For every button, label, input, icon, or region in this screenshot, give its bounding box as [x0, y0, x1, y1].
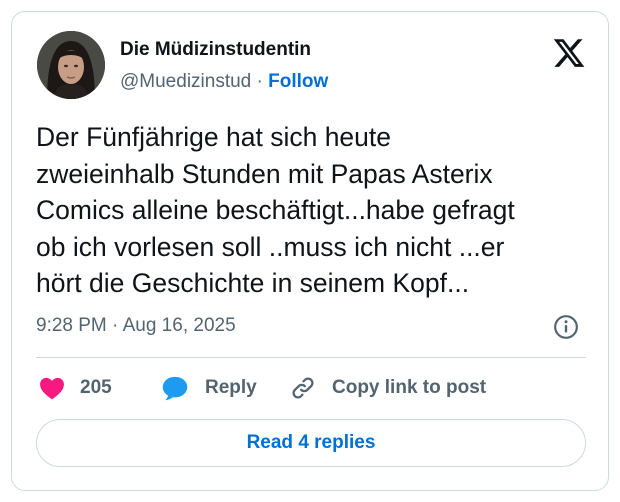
like-button[interactable]: 205: [39, 371, 112, 405]
avatar[interactable]: [37, 31, 105, 99]
reply-button[interactable]: Reply: [161, 371, 257, 405]
speech-bubble-icon: [162, 376, 188, 401]
read-replies-button[interactable]: Read 4 replies: [36, 419, 586, 467]
author-display-name[interactable]: Die Müdizinstudentin: [120, 39, 311, 61]
copy-link-button[interactable]: Copy link to post: [290, 371, 486, 405]
heart-icon: [40, 377, 64, 400]
handle-separator: ·: [256, 71, 263, 92]
like-count: 205: [80, 377, 112, 398]
post-text-line: zweieinhalb Stunden mit Papas Asterix: [36, 158, 493, 189]
avatar-image: [37, 31, 105, 99]
embedded-post-card: Die Müdizinstudentin @Muedizinstud · Fol…: [11, 11, 609, 491]
divider: [36, 357, 586, 358]
follow-button[interactable]: Follow: [268, 71, 328, 92]
reply-label: Reply: [205, 377, 257, 398]
copy-link-label: Copy link to post: [332, 377, 487, 398]
post-timestamp[interactable]: 9:28 PM · Aug 16, 2025: [36, 315, 236, 337]
post-text: Der Fünfjährige hat sich heute zweieinha…: [36, 119, 596, 302]
post-text-line: Comics alleine beschäftigt...habe gefrag…: [36, 195, 515, 225]
x-logo-icon[interactable]: [552, 36, 586, 70]
link-icon: [292, 377, 314, 399]
author-handle[interactable]: @Muedizinstud: [120, 71, 251, 92]
post-text-line: hört die Geschichte in seinem Kopf...: [36, 268, 470, 298]
author-handle-row: @Muedizinstud · Follow: [120, 71, 328, 93]
post-text-line: Der Fünfjährige hat sich heute: [36, 122, 392, 152]
info-icon[interactable]: [553, 314, 579, 340]
post-text-line: ob ich vorlesen soll ..muss ich nicht ..…: [36, 231, 505, 262]
